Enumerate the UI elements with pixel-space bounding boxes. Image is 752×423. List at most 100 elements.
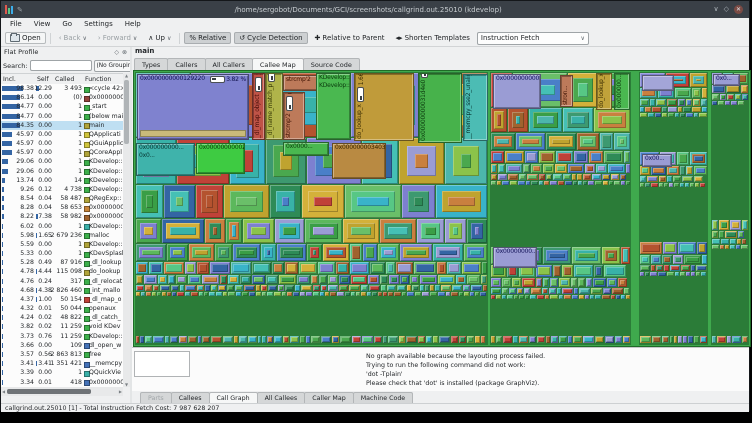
treemap-block[interactable] — [662, 113, 667, 117]
treemap-block[interactable] — [399, 336, 405, 343]
treemap-region[interactable]: 0x00000000... — [493, 247, 537, 268]
treemap-block[interactable] — [471, 285, 482, 291]
treemap-block[interactable] — [543, 278, 549, 287]
treemap-block[interactable] — [430, 285, 434, 291]
treemap-region[interactable]: strcmp'2 0.43 % — [283, 92, 305, 140]
treemap-block[interactable] — [602, 247, 620, 264]
treemap-block[interactable] — [549, 288, 556, 294]
treemap[interactable]: 0x0000000000129220 3.82 % _dl_map_object … — [133, 70, 751, 347]
treemap-block[interactable] — [339, 285, 348, 291]
treemap-block[interactable] — [577, 174, 582, 180]
treemap-block[interactable] — [732, 336, 741, 343]
treemap-block[interactable] — [559, 336, 567, 343]
treemap-region[interactable]: 0x0000000034034be8 — [332, 143, 386, 179]
table-row[interactable]: 13.74 0.00 14 KDevelop:: — [1, 176, 123, 185]
treemap-block[interactable] — [735, 94, 741, 100]
treemap-block[interactable] — [176, 275, 187, 284]
table-row[interactable]: 86.14 0.00 (0) 0x0000000 — [1, 93, 123, 102]
treemap-block[interactable] — [529, 108, 562, 132]
menu-item-go[interactable]: Go — [57, 19, 77, 29]
table-row[interactable]: 45.97 0.00 1 QApplicati — [1, 130, 123, 139]
table-row[interactable]: 4.24 0.02 48 822 _dl_catch_ — [1, 313, 123, 322]
treemap-block[interactable] — [185, 285, 196, 291]
table-row[interactable]: 5.59 0.00 1 KDevelop:: — [1, 240, 123, 249]
treemap-block[interactable] — [693, 99, 700, 106]
scroll-up-icon[interactable]: ▲ — [123, 73, 130, 78]
treemap-block[interactable] — [157, 292, 161, 296]
treemap-block[interactable] — [712, 336, 716, 343]
treemap-block[interactable] — [583, 181, 587, 185]
treemap-block[interactable] — [563, 108, 593, 132]
treemap-block[interactable] — [551, 336, 558, 343]
table-row[interactable]: 45.97 0.00 1 QCoreAppl — [1, 148, 123, 157]
treemap-block[interactable] — [577, 133, 599, 150]
treemap-block[interactable] — [678, 107, 682, 112]
treemap-block[interactable] — [651, 183, 658, 187]
tab-all-callers[interactable]: All Callers — [204, 58, 253, 70]
treemap-block[interactable] — [491, 288, 501, 294]
treemap-block[interactable] — [496, 295, 501, 299]
scroll-right-icon[interactable]: ▶ — [119, 389, 122, 394]
scroll-left-icon[interactable]: ◀ — [2, 389, 5, 394]
treemap-block[interactable] — [267, 292, 273, 296]
treemap-block[interactable] — [640, 255, 650, 264]
treemap-block[interactable] — [536, 278, 542, 287]
treemap-block[interactable] — [517, 288, 523, 294]
treemap-block[interactable] — [349, 285, 360, 291]
treemap-block[interactable] — [386, 262, 395, 274]
treemap-block[interactable] — [593, 278, 606, 287]
treemap-region[interactable]: 0x00... — [642, 154, 672, 167]
treemap-block[interactable] — [307, 244, 322, 261]
treemap-block[interactable] — [620, 174, 626, 180]
treemap-block[interactable] — [555, 164, 567, 173]
treemap-block[interactable] — [378, 292, 382, 296]
treemap-block[interactable] — [301, 285, 312, 291]
treemap-block[interactable] — [557, 288, 561, 294]
treemap-block[interactable] — [537, 336, 545, 343]
treemap-block[interactable] — [686, 166, 693, 175]
treemap-block[interactable] — [367, 292, 371, 296]
treemap-block[interactable] — [578, 278, 585, 287]
treemap-block[interactable] — [675, 88, 691, 98]
treemap-block[interactable] — [640, 107, 644, 112]
treemap-block[interactable] — [211, 336, 222, 343]
treemap-block[interactable] — [220, 275, 227, 284]
treemap-block[interactable] — [145, 336, 152, 343]
treemap-region[interactable]: 0x0000000000129220 1.14 % — [493, 74, 541, 109]
treemap-block[interactable] — [531, 164, 542, 173]
minimize-button[interactable]: ∨ — [713, 6, 718, 13]
treemap-block[interactable] — [546, 133, 576, 150]
table-row[interactable]: 3.39 0.00 1 QQuickVie — [1, 368, 123, 377]
treemap-block[interactable] — [447, 262, 461, 274]
treemap-block[interactable] — [673, 255, 683, 264]
table-row[interactable]: 6.02 0.00 1 KDevelop:: — [1, 222, 123, 231]
table-row[interactable]: 84.35 0.00 1 main — [1, 120, 123, 130]
treemap-block[interactable] — [380, 219, 416, 243]
table-row[interactable]: 4.37 1.00 50 154 _dl_map_o — [1, 295, 123, 304]
treemap-block[interactable] — [612, 288, 623, 294]
treemap-block[interactable] — [446, 292, 450, 296]
treemap-region[interactable]: _dl_map_object 1.96 % — [252, 73, 265, 140]
treemap-block[interactable] — [491, 174, 497, 180]
treemap-block[interactable] — [215, 244, 232, 261]
treemap-block[interactable] — [559, 278, 570, 287]
treemap-block[interactable] — [550, 278, 558, 287]
treemap-block[interactable] — [368, 275, 379, 284]
treemap-block[interactable] — [256, 285, 260, 291]
treemap-block[interactable] — [378, 244, 399, 261]
table-row[interactable]: 5.33 0.00 1 KDevSplash — [1, 249, 123, 258]
treemap-block[interactable] — [311, 275, 318, 284]
treemap-block[interactable] — [248, 336, 257, 343]
treemap-block[interactable] — [662, 107, 667, 112]
treemap-block[interactable] — [583, 336, 594, 343]
treemap-block[interactable] — [268, 285, 277, 291]
treemap-block[interactable] — [602, 295, 610, 299]
treemap-block[interactable] — [694, 336, 699, 343]
treemap-block[interactable] — [572, 295, 578, 299]
treemap-block[interactable] — [675, 272, 679, 276]
treemap-block[interactable] — [591, 288, 602, 294]
treemap-block[interactable] — [467, 275, 480, 284]
treemap-block[interactable] — [320, 292, 324, 296]
treemap-block[interactable] — [189, 244, 214, 261]
table-row[interactable]: 45.97 0.00 1 QGuiApplic — [1, 139, 123, 148]
